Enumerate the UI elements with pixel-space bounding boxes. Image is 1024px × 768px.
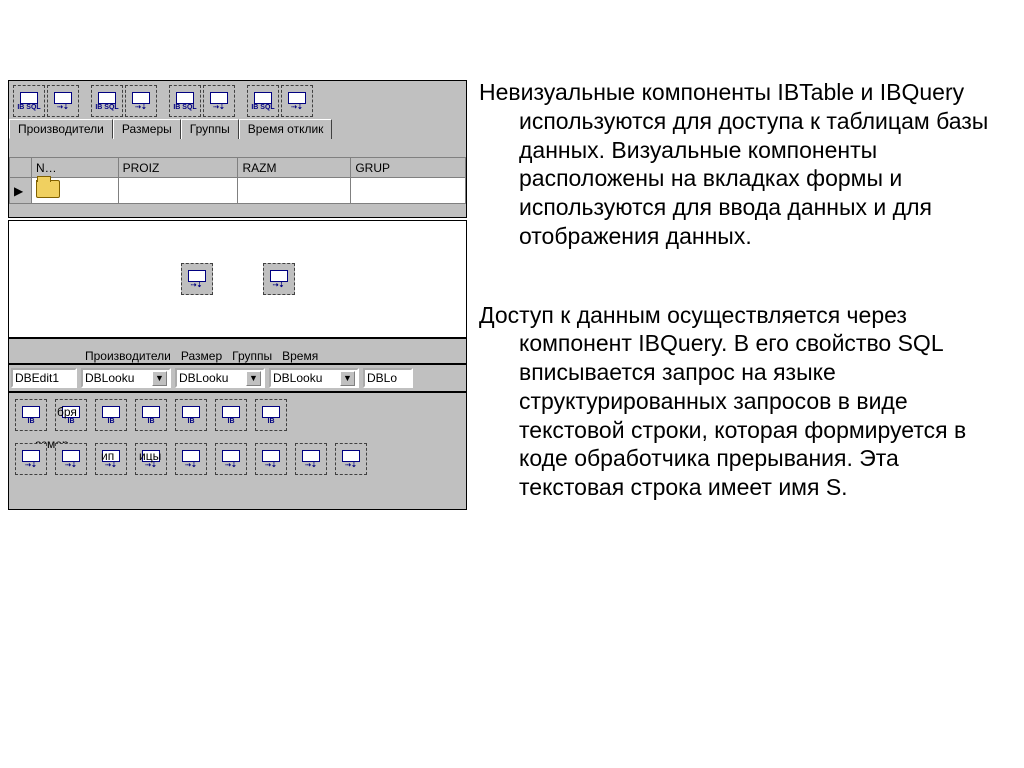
edit-row: DBEdit1 DBLooku▼ DBLooku▼ DBLooku▼ DBLo <box>8 364 467 392</box>
ibquery-comp-icon[interactable]: IB SQL <box>13 85 45 117</box>
datasource-comp-icon[interactable]: ⇢⇣ <box>95 443 127 475</box>
ibtable-comp-icon[interactable]: IB <box>255 399 287 431</box>
datasource-comp-icon[interactable]: ⇢⇣ <box>135 443 167 475</box>
datasource-comp-icon[interactable]: ⇢⇣ <box>181 263 213 295</box>
tab-groups[interactable]: Группы <box>181 119 239 139</box>
datasource-comp-icon[interactable]: ⇢⇣ <box>335 443 367 475</box>
ibquery-comp-icon[interactable]: IB SQL <box>91 85 123 117</box>
row-indicator: ▶ <box>10 178 32 204</box>
component-bank: IB бря IB IB IB IB IB IB -азмер ⇢⇣ ⇢⇣ ип… <box>8 392 467 510</box>
datasource-comp-icon[interactable]: ⇢⇣ <box>175 443 207 475</box>
label-groups: Группы <box>232 349 272 363</box>
col-razm[interactable]: RAZM <box>238 158 351 178</box>
datasource-comp-icon[interactable]: ⇢⇣ <box>203 85 235 117</box>
dblookup-3[interactable]: DBLooku▼ <box>269 368 359 388</box>
ide-screenshot: IB SQL ⇢⇣ IB SQL ⇢⇣ IB SQL ⇢⇣ IB SQL ⇢⇣ … <box>0 0 475 768</box>
bank-row-2: ⇢⇣ ⇢⇣ ип ицы ⇢⇣ ⇢⇣ ⇢⇣ ⇢⇣ ⇢⇣ ⇢⇣ ⇢⇣ <box>9 437 466 475</box>
comp-pair-1: IB SQL ⇢⇣ <box>13 85 79 117</box>
ibtable-comp-icon[interactable]: IB <box>95 399 127 431</box>
comp-pair-4: IB SQL ⇢⇣ <box>247 85 313 117</box>
tab-sizes[interactable]: Размеры <box>113 119 181 139</box>
dblookup-1[interactable]: DBLooku▼ <box>81 368 171 388</box>
ibquery-comp-icon[interactable]: IB SQL <box>169 85 201 117</box>
chevron-down-icon[interactable]: ▼ <box>246 371 261 386</box>
table-header-row: N… PROIZ RAZM GRUP <box>10 158 466 178</box>
label-producers: Производители <box>85 349 171 363</box>
paragraph-2: Доступ к данным осуществляется через ком… <box>479 301 994 502</box>
label-size: Размер <box>181 349 222 363</box>
paragraph-1: Невизуальные компоненты IBTable и IBQuer… <box>479 78 994 251</box>
datasource-comp-icon[interactable]: ⇢⇣ <box>215 443 247 475</box>
dblookup-4[interactable]: DBLo <box>363 368 413 388</box>
datasource-comp-icon[interactable]: ⇢⇣ <box>55 443 87 475</box>
table-row[interactable]: ▶ <box>10 178 466 204</box>
label-row: Производители Размер Группы Время <box>8 338 467 364</box>
description-text: Невизуальные компоненты IBTable и IBQuer… <box>475 0 1024 768</box>
ibtable-comp-icon[interactable]: IB <box>135 399 167 431</box>
comp-pair-2: IB SQL ⇢⇣ <box>91 85 157 117</box>
chevron-down-icon[interactable]: ▼ <box>152 371 167 386</box>
col-grup[interactable]: GRUP <box>351 158 466 178</box>
ibtable-comp-icon[interactable]: IB <box>175 399 207 431</box>
datasource-comp-icon[interactable]: ⇢⇣ <box>15 443 47 475</box>
col-proiz[interactable]: PROIZ <box>118 158 238 178</box>
form-designer-white: ⇢⇣ ⇢⇣ <box>8 220 467 338</box>
tab-responsetime[interactable]: Время отклик <box>239 119 333 139</box>
datasource-comp-icon[interactable]: ⇢⇣ <box>281 85 313 117</box>
tab-row: Производители Размеры Группы Время откли… <box>9 119 466 139</box>
datasource-comp-icon[interactable]: ⇢⇣ <box>263 263 295 295</box>
ibtable-comp-icon[interactable]: IB <box>215 399 247 431</box>
ibquery-comp-icon[interactable]: IB SQL <box>247 85 279 117</box>
comp-pair-3: IB SQL ⇢⇣ <box>169 85 235 117</box>
ibtable-comp-icon[interactable]: IB <box>15 399 47 431</box>
chevron-down-icon[interactable]: ▼ <box>340 371 355 386</box>
dbgrid[interactable]: N… PROIZ RAZM GRUP ▶ <box>9 157 466 204</box>
slide: IB SQL ⇢⇣ IB SQL ⇢⇣ IB SQL ⇢⇣ IB SQL ⇢⇣ … <box>0 0 1024 768</box>
datasource-comp-icon[interactable]: ⇢⇣ <box>47 85 79 117</box>
tab-producers[interactable]: Производители <box>9 119 113 139</box>
bank-row-1: IB бря IB IB IB IB IB IB <box>9 393 466 431</box>
datasource-comp-icon[interactable]: ⇢⇣ <box>295 443 327 475</box>
form-designer-top: IB SQL ⇢⇣ IB SQL ⇢⇣ IB SQL ⇢⇣ IB SQL ⇢⇣ … <box>8 80 467 218</box>
dblookup-2[interactable]: DBLooku▼ <box>175 368 265 388</box>
col-n[interactable]: N… <box>32 158 119 178</box>
ibtable-comp-icon[interactable]: IB <box>55 399 87 431</box>
dbedit-field[interactable]: DBEdit1 <box>11 368 77 388</box>
datasource-comp-icon[interactable]: ⇢⇣ <box>125 85 157 117</box>
cell-folder[interactable] <box>32 178 119 204</box>
label-time: Время <box>282 349 318 363</box>
open-folder-icon <box>36 180 60 198</box>
datasource-comp-icon[interactable]: ⇢⇣ <box>255 443 287 475</box>
component-row-top: IB SQL ⇢⇣ IB SQL ⇢⇣ IB SQL ⇢⇣ IB SQL ⇢⇣ <box>9 81 466 117</box>
